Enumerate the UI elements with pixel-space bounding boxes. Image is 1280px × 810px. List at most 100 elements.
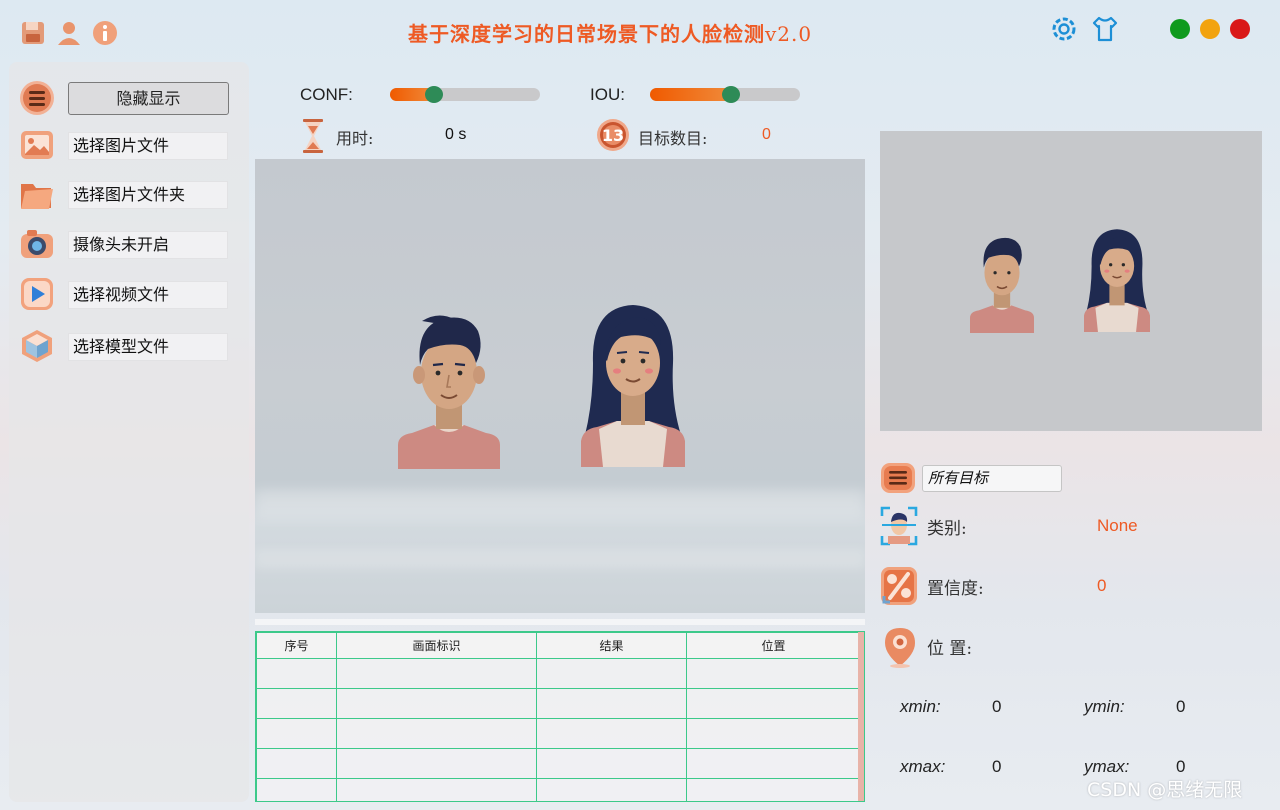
- info-icon[interactable]: [90, 18, 120, 48]
- table-cell: [686, 718, 861, 749]
- column-header-frame[interactable]: 画面标识: [336, 632, 537, 659]
- confidence-value: 0: [1097, 576, 1107, 595]
- folder-icon: [19, 176, 55, 212]
- sidebar-item-label: 选择视频文件: [68, 281, 228, 309]
- image-icon: [19, 127, 55, 163]
- sidebar-item-select-folder[interactable]: 选择图片文件夹: [9, 174, 249, 214]
- sidebar-item-select-video[interactable]: 选择视频文件: [9, 274, 249, 314]
- table-cell: [256, 688, 337, 719]
- target-count-value: 0: [762, 126, 771, 143]
- menu-list-icon[interactable]: [19, 80, 55, 116]
- ymax-label: ymax:: [1084, 757, 1130, 776]
- app-version: v2.0: [765, 22, 813, 46]
- face-scan-icon: [880, 506, 918, 546]
- toggle-display-button[interactable]: 隐藏显示: [68, 82, 229, 115]
- ymin-label: ymin:: [1084, 697, 1125, 716]
- camera-icon: [19, 226, 55, 262]
- hourglass-icon: [301, 118, 325, 154]
- table-cell: [686, 748, 861, 779]
- watermark: CSDN @思绪无限: [1087, 779, 1243, 801]
- conf-label: CONF:: [300, 85, 353, 104]
- table-cell: [336, 748, 537, 779]
- percent-icon: [880, 566, 918, 606]
- table-cell: [536, 658, 687, 689]
- table-row[interactable]: [256, 718, 861, 749]
- column-header-position[interactable]: 位置: [686, 632, 861, 659]
- settings-gear-icon[interactable]: [1049, 14, 1079, 44]
- xmax-label: xmax:: [900, 757, 946, 776]
- ymin-value: 0: [1176, 697, 1186, 716]
- app-title-text: 基于深度学习的日常场景下的人脸检测: [408, 22, 765, 46]
- table-cell: [336, 688, 537, 719]
- iou-slider[interactable]: [650, 86, 800, 103]
- window-close-button[interactable]: [1230, 19, 1250, 39]
- ymax-value: 0: [1176, 757, 1186, 776]
- xmin-label: xmin:: [900, 697, 941, 716]
- time-label: 用时:: [336, 129, 374, 148]
- table-cell: [336, 658, 537, 689]
- sidebar-item-label: 选择模型文件: [68, 333, 228, 361]
- table-row[interactable]: [256, 688, 861, 719]
- table-cell: [686, 778, 861, 801]
- table-cell: [536, 718, 687, 749]
- app-title: 基于深度学习的日常场景下的人脸检测v2.0: [408, 18, 812, 47]
- class-value: None: [1097, 516, 1138, 535]
- skin-shirt-icon[interactable]: [1090, 14, 1120, 44]
- xmin-value: 0: [992, 697, 1002, 716]
- table-cell: [256, 748, 337, 779]
- progress-strip: [255, 619, 865, 625]
- location-pin-icon: [882, 626, 918, 668]
- filter-menu-icon[interactable]: [880, 462, 916, 494]
- main-image-view: [255, 159, 865, 613]
- table-row[interactable]: [256, 778, 861, 801]
- window-minimize-button[interactable]: [1170, 19, 1190, 39]
- table-cell: [536, 748, 687, 779]
- iou-label: IOU:: [590, 85, 625, 104]
- class-label: 类别:: [927, 519, 967, 539]
- table-header-row: 序号 画面标识 结果 位置: [256, 632, 861, 659]
- results-table[interactable]: 序号 画面标识 结果 位置: [255, 631, 865, 802]
- table-cell: [256, 718, 337, 749]
- table-row[interactable]: [256, 658, 861, 689]
- play-video-icon: [19, 276, 55, 312]
- table-cell: [336, 718, 537, 749]
- table-cell: [336, 778, 537, 801]
- conf-slider[interactable]: [390, 86, 540, 103]
- man-avatar-thumbnail: [970, 237, 1034, 333]
- woman-avatar-illustration: [581, 305, 685, 467]
- column-header-index[interactable]: 序号: [256, 632, 337, 659]
- woman-avatar-thumbnail: [1084, 229, 1150, 333]
- position-label: 位 置:: [927, 639, 973, 659]
- model-cube-icon: [19, 328, 55, 364]
- table-cell: [256, 778, 337, 801]
- column-header-result[interactable]: 结果: [536, 632, 687, 659]
- sidebar-item-camera[interactable]: 摄像头未开启: [9, 224, 249, 264]
- table-cell: [686, 688, 861, 719]
- sidebar-item-label: 摄像头未开启: [68, 231, 228, 259]
- table-row[interactable]: [256, 748, 861, 779]
- conf-slider-handle[interactable]: [424, 86, 443, 103]
- svg-text:13: 13: [602, 126, 624, 145]
- sidebar-item-select-image[interactable]: 选择图片文件: [9, 125, 249, 165]
- window-maximize-button[interactable]: [1200, 19, 1220, 39]
- sidebar-item-select-model[interactable]: 选择模型文件: [9, 326, 249, 366]
- iou-slider-fill: [650, 88, 731, 101]
- table-cell: [536, 778, 687, 801]
- man-avatar-illustration: [398, 315, 500, 469]
- preview-image-view: [880, 131, 1262, 431]
- save-icon[interactable]: [18, 18, 48, 48]
- xmax-value: 0: [992, 757, 1002, 776]
- table-cell: [686, 658, 861, 689]
- table-cell: [256, 658, 337, 689]
- confidence-label: 置信度:: [927, 579, 984, 599]
- time-value: 0 s: [445, 126, 467, 143]
- table-cell: [536, 688, 687, 719]
- target-count-label: 目标数目:: [638, 129, 708, 148]
- iou-slider-handle[interactable]: [722, 86, 740, 103]
- target-filter-select[interactable]: 所有目标: [922, 465, 1062, 492]
- sidebar-item-label: 选择图片文件: [68, 132, 228, 160]
- table-scrollbar[interactable]: [858, 632, 864, 801]
- user-icon[interactable]: [54, 18, 84, 48]
- target-count-icon: 13: [596, 118, 630, 152]
- sidebar: 隐藏显示 选择图片文件 选择图片文件夹 摄像头未开启 选择视频文件 选择模型文件: [9, 62, 249, 802]
